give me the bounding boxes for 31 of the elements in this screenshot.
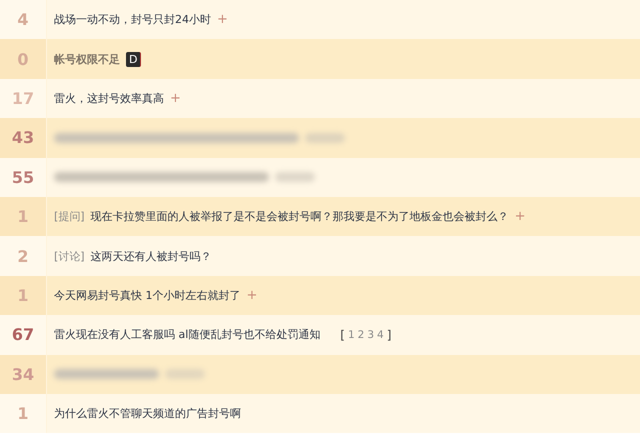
page-bracket: [: [340, 328, 345, 342]
new-reply-plus: +: [514, 209, 526, 224]
page-bracket: ]: [386, 328, 392, 342]
reply-count: 4: [0, 0, 47, 40]
reply-count: 43: [0, 118, 47, 158]
redacted-text: [165, 369, 205, 380]
reply-count: 1: [0, 394, 47, 434]
thread-title[interactable]: 雷火，这封号效率真高: [54, 90, 164, 106]
new-reply-plus: +: [170, 90, 181, 106]
thread-title[interactable]: 今天网易封号真快 1个小时左右就封了: [54, 288, 240, 303]
reply-count: 67: [0, 315, 47, 355]
thread-title[interactable]: 雷火现在没有人工客服吗 al随便乱封号也不给处罚通知: [54, 327, 320, 342]
reply-count: 34: [0, 354, 47, 394]
thread-title[interactable]: 这两天还有人被封号吗？: [90, 248, 212, 264]
reply-count: 17: [0, 78, 47, 118]
redacted-text: [305, 132, 345, 143]
thread-badge: D: [126, 52, 142, 67]
thread-tag: [讨论]: [54, 248, 85, 264]
thread-title[interactable]: 现在卡拉赞里面的人被举报了是不是会被封号啊？那我要是不为了地板金也会被封么？: [90, 209, 509, 224]
thread-title[interactable]: 为什么雷火不管聊天频道的广告封号啊: [54, 406, 241, 422]
new-reply-plus: +: [217, 12, 228, 28]
reply-count: 55: [0, 158, 47, 197]
reply-count: 1: [0, 276, 47, 316]
thread-tag: [提问]: [54, 209, 85, 224]
thread-title[interactable]: 帐号权限不足: [54, 52, 120, 67]
reply-count: 1: [0, 196, 47, 236]
new-reply-plus: +: [246, 288, 258, 303]
reply-count: 0: [0, 39, 47, 79]
thread-title[interactable]: 战场一动不动，封号只封24小时: [54, 12, 211, 28]
redacted-text: [275, 172, 315, 182]
reply-count: 2: [0, 236, 47, 276]
